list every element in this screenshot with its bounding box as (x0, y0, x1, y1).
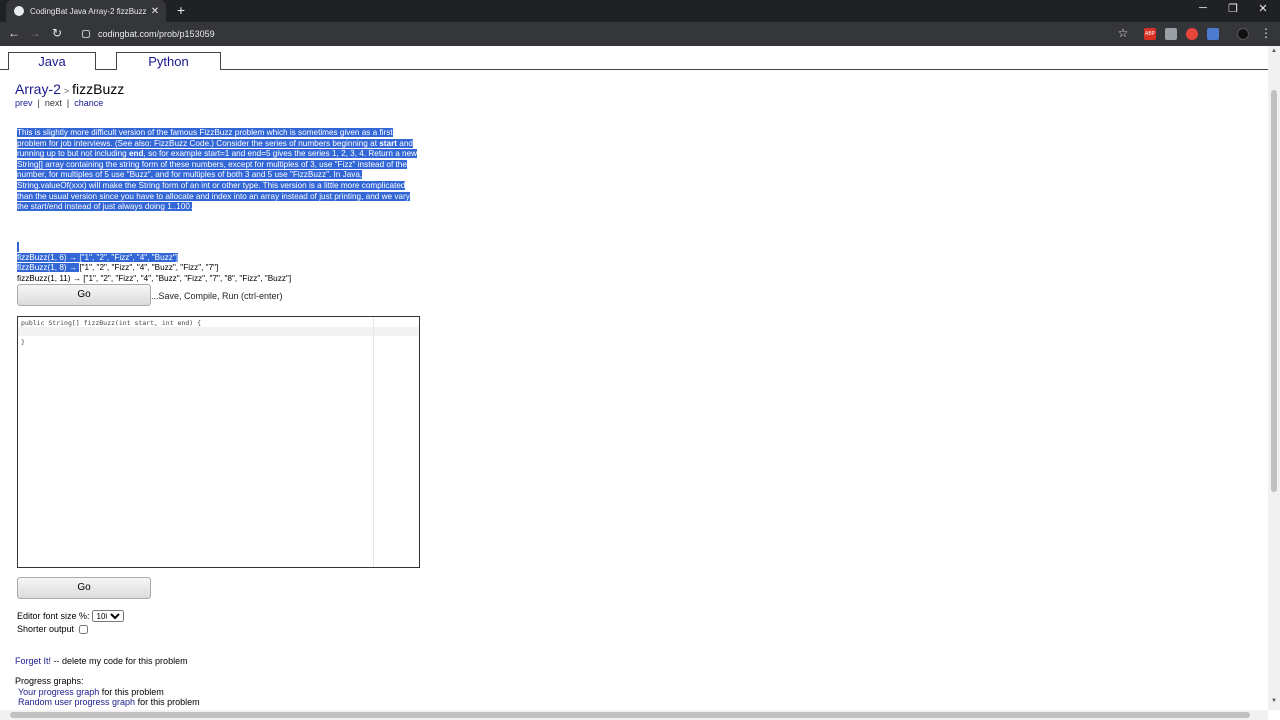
browser-tab[interactable]: CodingBat Java Array-2 fizzBuzz ✕ (6, 0, 166, 22)
tab-python[interactable]: Python (116, 52, 221, 70)
browser-toolbar: ← → ↻ codingbat.com/prob/p153059 ☆ ABP ⋮ (0, 22, 1280, 46)
restore-icon[interactable]: ❐ (1218, 2, 1248, 15)
scroll-down-icon[interactable]: ▼ (1268, 698, 1280, 704)
description-start-keyword: start (379, 138, 397, 148)
tab-java[interactable]: Java (8, 52, 96, 70)
lock-icon (82, 30, 90, 38)
example-line: fizzBuzz(1, 6) → ["1", "2", "Fizz", "4",… (17, 252, 179, 262)
new-tab-icon[interactable]: + (174, 2, 188, 18)
horizontal-scrollbar[interactable] (0, 710, 1268, 720)
description-text: , so for example start=1 and end=5 gives… (17, 149, 418, 212)
scrollbar-thumb[interactable] (10, 712, 1250, 718)
font-size-select[interactable]: 100 (91, 610, 124, 622)
page-content: Java Python Array-2 > fizzBuzz prev | next… (0, 46, 1268, 710)
prev-link[interactable]: prev (15, 98, 33, 108)
address-bar[interactable]: codingbat.com/prob/p153059 (70, 24, 1140, 44)
translate-extension-icon[interactable] (1207, 28, 1219, 40)
page-title: fizzBuzz (72, 81, 125, 97)
examples-list: fizzBuzz(1, 6) → ["1", "2", "Fizz", "4",… (17, 242, 291, 284)
tab-close-icon[interactable]: ✕ (148, 6, 162, 17)
globe-icon (14, 6, 24, 16)
nav-separator: | (66, 98, 70, 108)
reload-icon[interactable]: ↻ (49, 26, 65, 40)
problem-description: This is slightly more difficult version … (17, 128, 419, 213)
description-end-keyword: end (128, 149, 144, 159)
next-link[interactable]: next (45, 98, 62, 108)
shorter-output: Shorter output (17, 624, 89, 634)
vertical-scrollbar[interactable]: ▲ ▼ (1268, 46, 1280, 710)
extension-icon[interactable] (1186, 28, 1198, 40)
profile-avatar[interactable] (1237, 28, 1249, 40)
progress-heading: Progress graphs: (15, 676, 84, 686)
scroll-up-icon[interactable]: ▲ (1268, 48, 1280, 54)
progress-graphs: Progress graphs: Your progress graph for… (15, 676, 200, 708)
example-line: ["1", "2", "Fizz", "4", "Buzz", "Fizz", … (79, 263, 219, 273)
browser-menu-icon[interactable]: ⋮ (1258, 26, 1274, 40)
progress-text: for this problem (99, 686, 164, 697)
go-hint: ...Save, Compile, Run (ctrl-enter) (151, 291, 283, 301)
forget-it-text: -- delete my code for this problem (51, 656, 188, 666)
close-window-icon[interactable]: ✕ (1248, 2, 1278, 15)
breadcrumb-section-link[interactable]: Array-2 (15, 81, 61, 97)
forget-it: Forget It! -- delete my code for this pr… (15, 656, 188, 666)
example-line: fizzBuzz(1, 8) → (17, 263, 80, 273)
forget-it-link[interactable]: Forget It! (15, 656, 51, 666)
random-progress-link[interactable]: Random user progress graph (18, 697, 135, 707)
adblock-extension-icon[interactable]: ABP (1144, 28, 1156, 40)
example-line: fizzBuzz(1, 11) → ["1", "2", "Fizz", "4"… (17, 273, 292, 283)
code-editor[interactable]: public String[] fizzBuzz(int start, int … (17, 316, 420, 568)
shorter-output-checkbox[interactable] (79, 624, 89, 634)
back-icon[interactable]: ← (6, 26, 22, 40)
breadcrumb-separator: > (63, 86, 70, 96)
tab-title: CodingBat Java Array-2 fizzBuzz (30, 6, 147, 16)
nav-separator: | (37, 98, 40, 108)
progress-text: for this problem (135, 697, 200, 707)
minimize-icon[interactable]: ─ (1188, 2, 1218, 14)
extension-icon[interactable] (1165, 28, 1177, 40)
forward-icon[interactable]: → (27, 26, 43, 40)
breadcrumb: Array-2 > fizzBuzz (15, 81, 124, 97)
your-progress-link[interactable]: Your progress graph (18, 687, 99, 697)
shorter-output-label: Shorter output (17, 624, 75, 634)
browser-tab-strip: CodingBat Java Array-2 fizzBuzz ✕ + ─ ❐ … (0, 0, 1280, 22)
problem-nav: prev | next | chance (15, 98, 103, 108)
chance-link[interactable]: chance (74, 98, 103, 108)
bookmark-star-icon[interactable]: ☆ (1115, 26, 1131, 40)
language-tabs: Java Python (0, 52, 1268, 70)
go-button-bottom[interactable]: Go (17, 577, 151, 599)
editor-font-size: Editor font size %: 100 (17, 610, 124, 622)
go-button[interactable]: Go (17, 284, 151, 306)
print-margin (373, 317, 374, 567)
scrollbar-thumb[interactable] (1271, 90, 1277, 492)
editor-code[interactable]: public String[] fizzBuzz(int start, int … (21, 319, 201, 348)
font-size-label: Editor font size %: (17, 611, 90, 621)
selection-marker (17, 242, 19, 252)
description-text: This is slightly more difficult version … (17, 128, 393, 148)
url-text: codingbat.com/prob/p153059 (98, 29, 215, 39)
